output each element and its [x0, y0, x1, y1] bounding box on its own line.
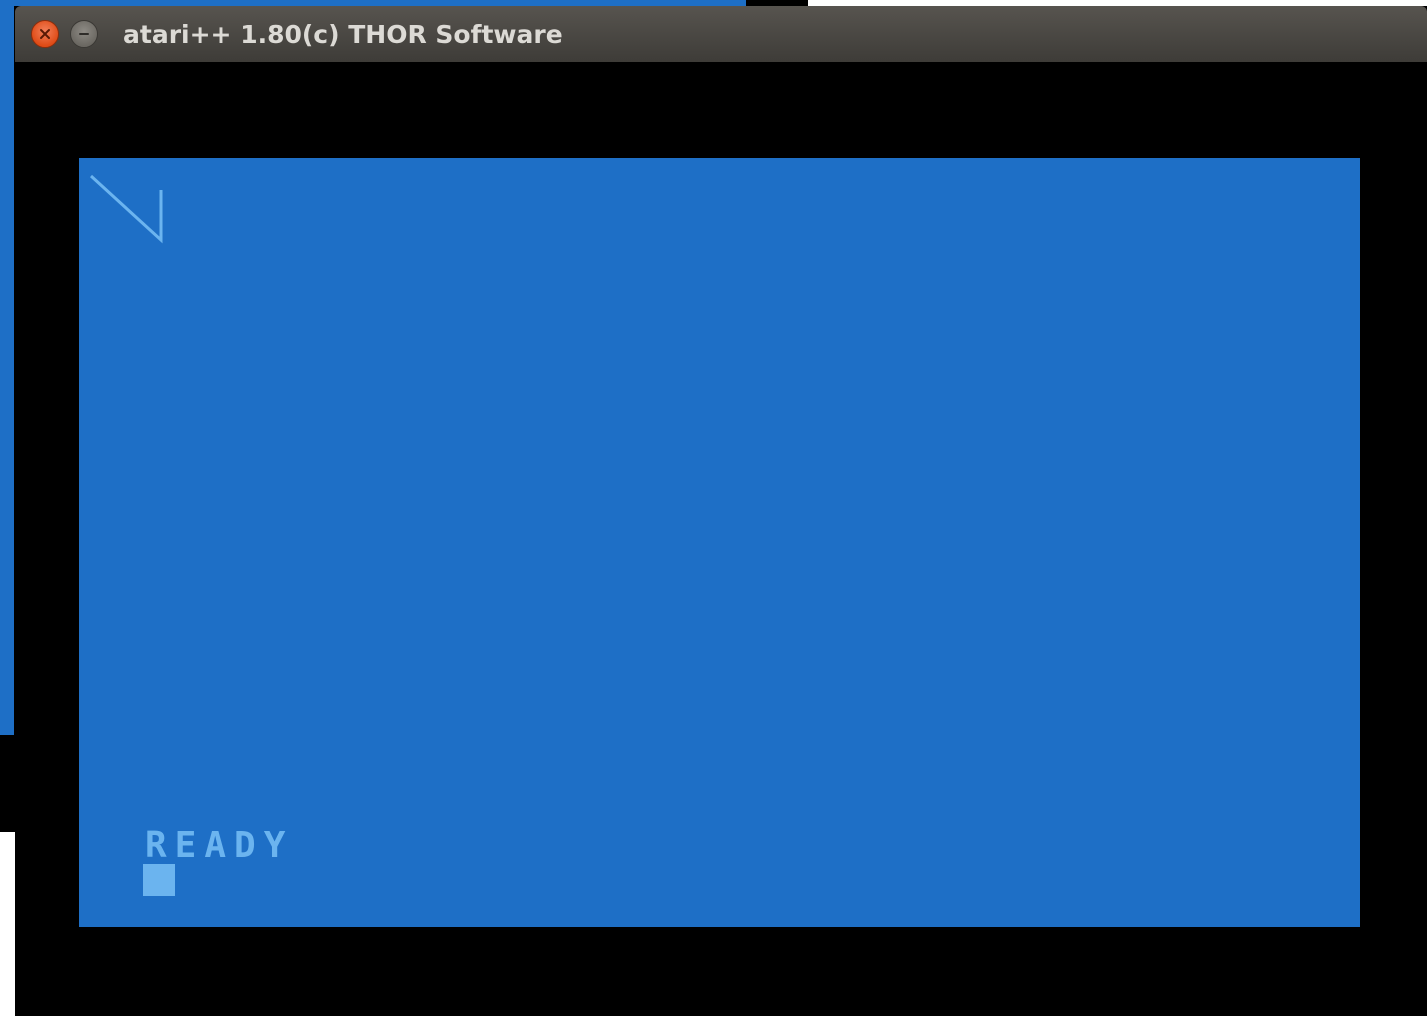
- background-window-edge: [0, 0, 14, 735]
- background-desktop-gap: [0, 735, 15, 832]
- close-button[interactable]: [31, 20, 59, 48]
- drawn-line-graphic: [89, 174, 163, 244]
- minimize-icon: [79, 33, 89, 35]
- window-titlebar[interactable]: atari++ 1.80(c) THOR Software: [15, 6, 1427, 62]
- emulator-window: atari++ 1.80(c) THOR Software READY: [15, 6, 1427, 1016]
- close-icon: [40, 29, 50, 39]
- background-desktop-corner: [0, 832, 15, 1016]
- ready-prompt: READY: [145, 825, 294, 866]
- atari-screen[interactable]: READY: [79, 158, 1360, 927]
- window-title: atari++ 1.80(c) THOR Software: [123, 20, 563, 49]
- text-cursor: [143, 864, 175, 896]
- minimize-button[interactable]: [70, 20, 98, 48]
